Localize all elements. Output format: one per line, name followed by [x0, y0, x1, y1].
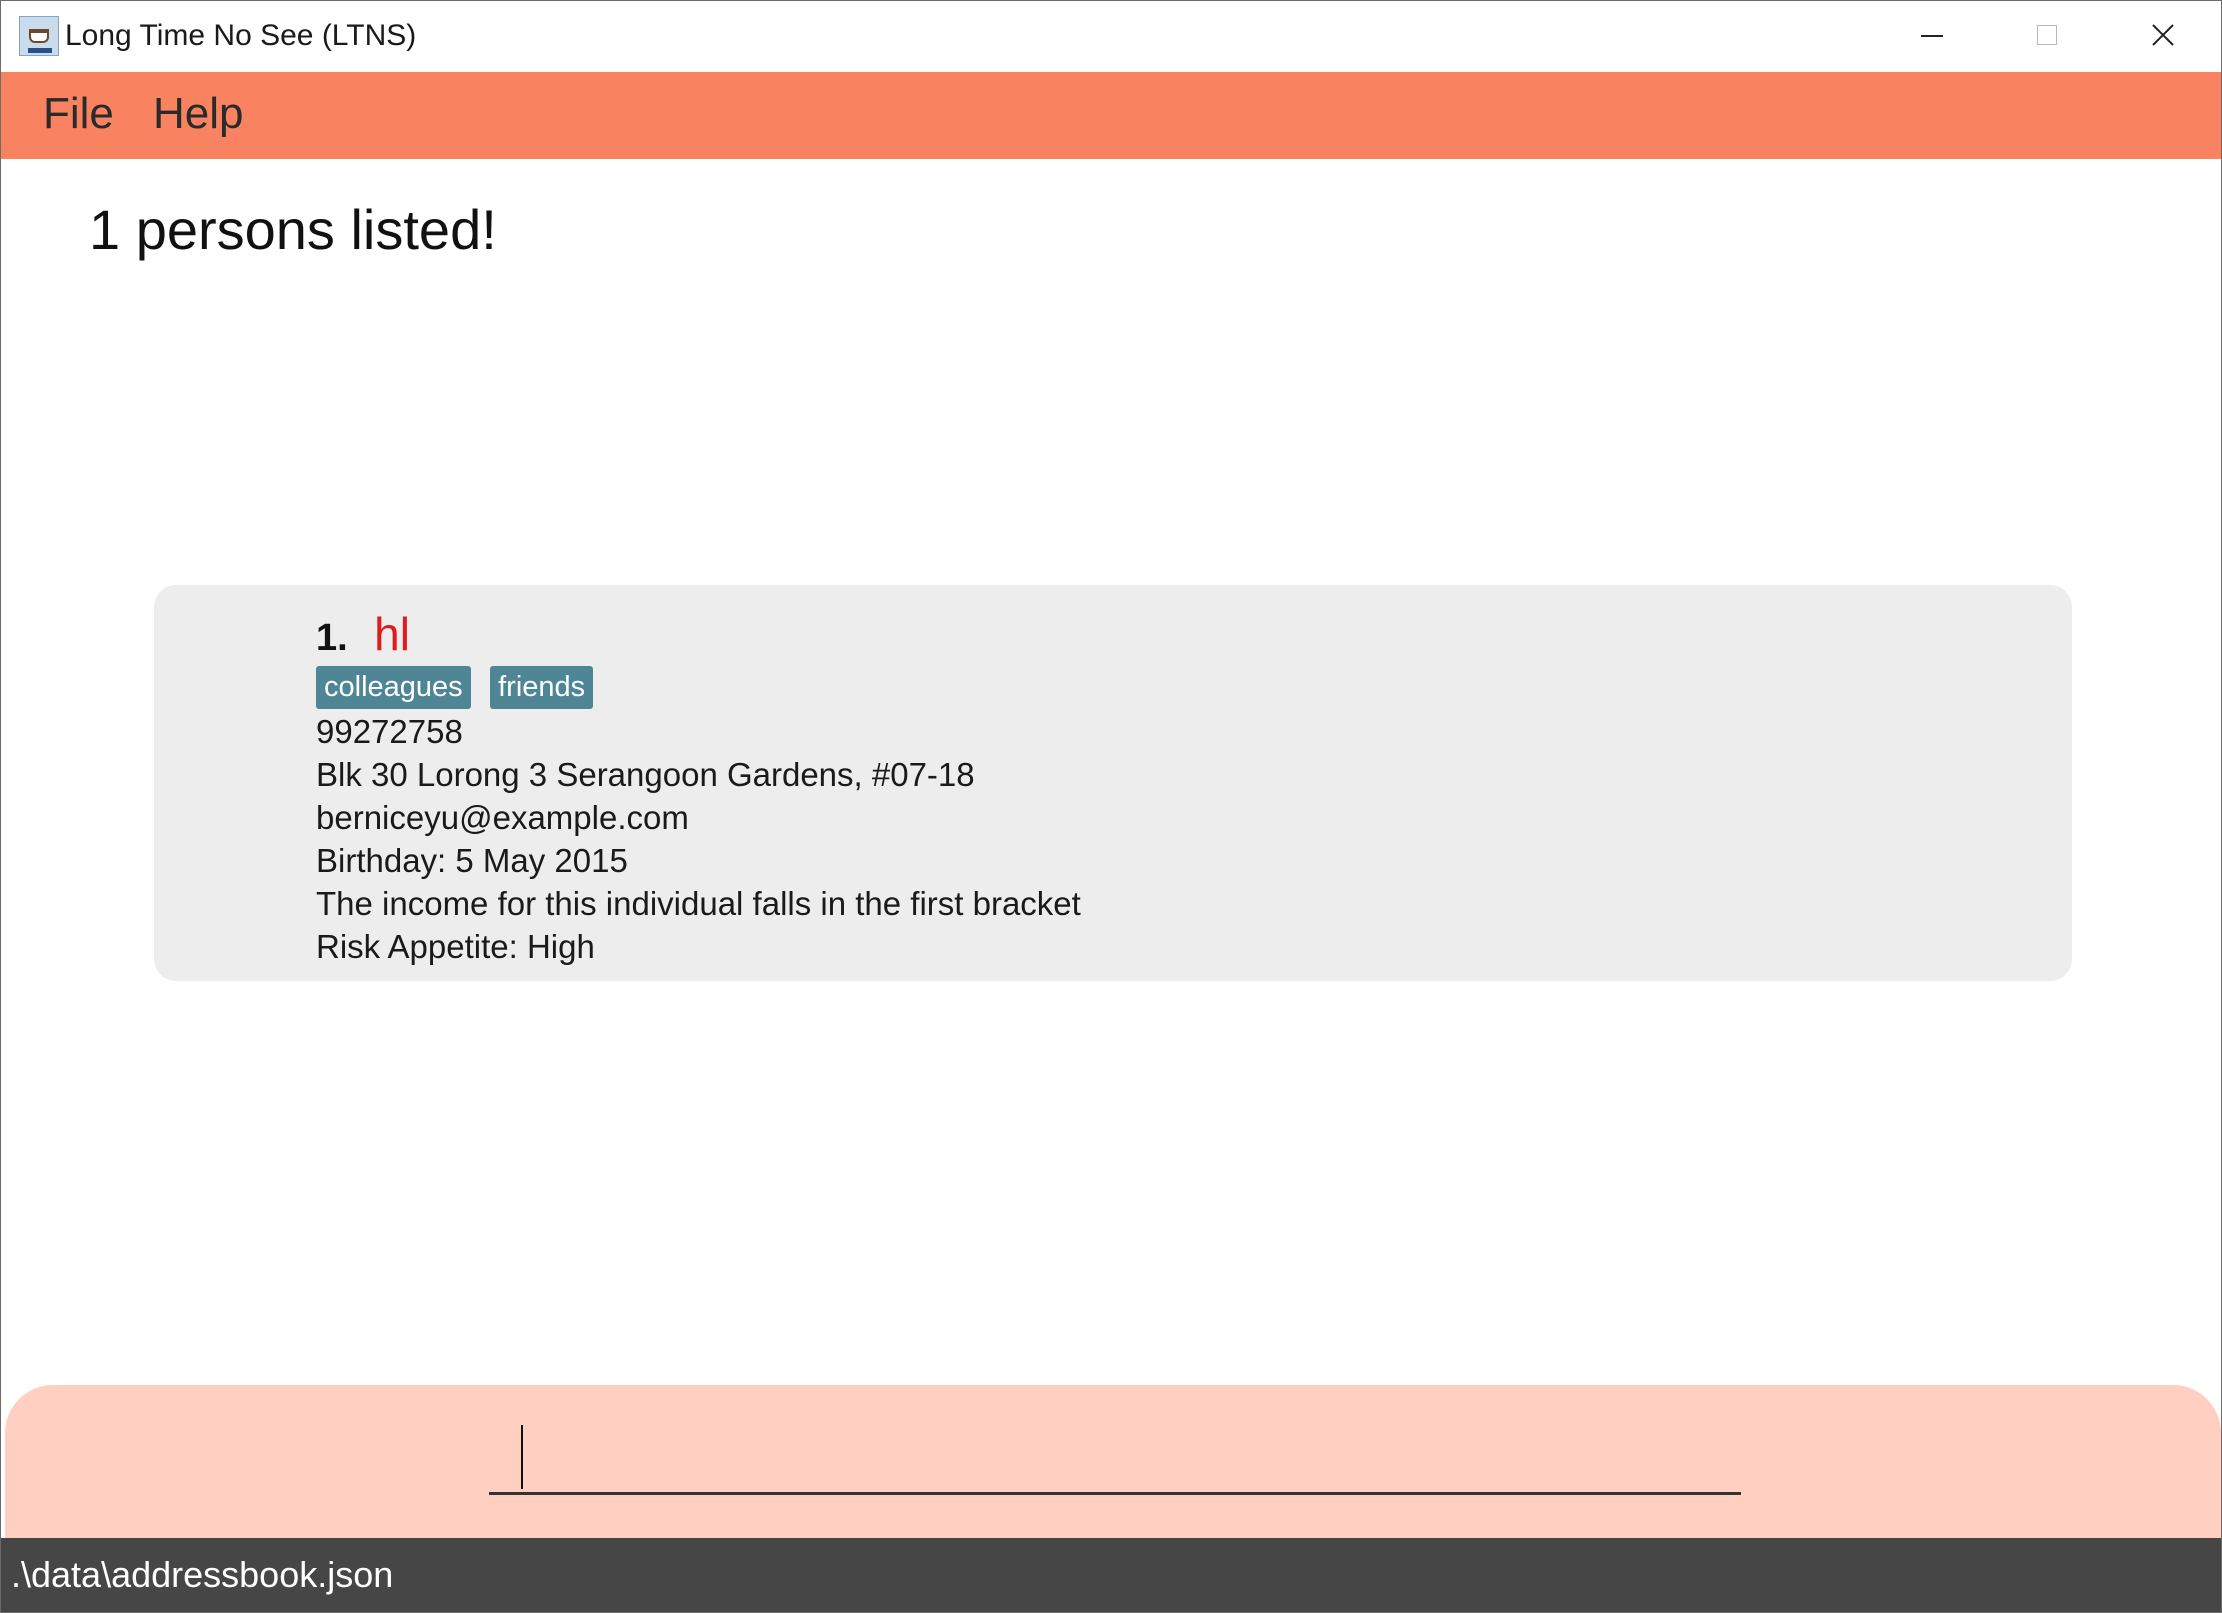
person-card-header: 1. hl	[316, 607, 410, 663]
person-income: The income for this individual falls in …	[316, 885, 1081, 922]
close-button[interactable]	[2105, 1, 2221, 71]
title-bar[interactable]: Long Time No See (LTNS)	[1, 1, 2221, 71]
tag-colleagues: colleagues	[316, 666, 471, 709]
window-title: Long Time No See (LTNS)	[65, 19, 417, 52]
person-risk-appetite: Risk Appetite: High	[316, 928, 595, 965]
close-icon	[2152, 24, 2174, 46]
maximize-icon	[2037, 25, 2057, 45]
person-birthday: Birthday: 5 May 2015	[316, 842, 628, 879]
person-phone: 99272758	[316, 713, 463, 750]
minimize-button[interactable]	[1873, 1, 1989, 71]
command-box	[5, 1385, 2221, 1539]
app-window: Long Time No See (LTNS) File Help 1 pers…	[0, 0, 2222, 1613]
save-file-path: .\data\addressbook.json	[11, 1554, 394, 1595]
menu-file[interactable]: File	[43, 88, 114, 140]
maximize-button[interactable]	[1989, 1, 2105, 71]
tag-friends: friends	[490, 666, 594, 709]
status-bar: .\data\addressbook.json	[1, 1538, 2221, 1612]
person-name: hl	[374, 608, 410, 660]
command-input[interactable]	[489, 1407, 1741, 1495]
person-index: 1.	[316, 617, 348, 659]
person-card[interactable]: 1. hl colleagues friends 99272758 Blk 30…	[154, 585, 2072, 981]
text-caret	[521, 1425, 523, 1489]
menu-help[interactable]: Help	[153, 88, 244, 140]
result-display: 1 persons listed!	[89, 198, 497, 261]
menu-bar: File Help	[1, 72, 2221, 159]
person-email: berniceyu@example.com	[316, 799, 689, 836]
person-address: Blk 30 Lorong 3 Serangoon Gardens, #07-1…	[316, 756, 975, 793]
person-tags: colleagues friends	[316, 666, 608, 709]
minimize-icon	[1921, 35, 1943, 37]
ltns-app-icon	[19, 16, 59, 56]
